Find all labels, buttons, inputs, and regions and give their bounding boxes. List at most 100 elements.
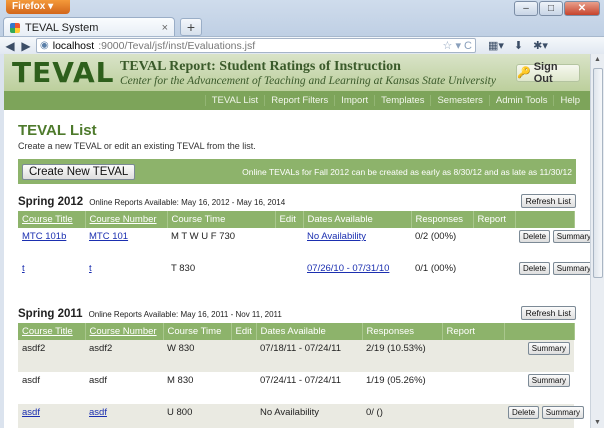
dates-available: No Availability	[256, 404, 362, 428]
address-bar[interactable]: ◉ localhost:9000/Teval/jsf/inst/Evaluati…	[36, 38, 476, 53]
course-time: W 830	[163, 340, 231, 372]
menu-templates[interactable]: Templates	[374, 95, 430, 106]
report-cell	[442, 404, 504, 428]
menu-help[interactable]: Help	[553, 95, 586, 106]
table-header-row: Course Title Course Number Course Time E…	[18, 211, 575, 228]
table-row: asdf asdf U 800 No Availability 0/ () De…	[18, 404, 584, 428]
url-host: localhost	[52, 39, 95, 52]
course-number-link[interactable]: MTC 101	[89, 231, 128, 242]
key-icon: 🔑	[517, 67, 531, 79]
course-title: asdf2	[18, 340, 85, 372]
close-tab-icon[interactable]: ×	[162, 22, 168, 34]
table-row: asdf asdf M 830 07/24/11 - 07/24/11 1/19…	[18, 372, 574, 404]
summary-button[interactable]: Summary	[552, 230, 590, 243]
menu-report-filters[interactable]: Report Filters	[264, 95, 334, 106]
course-title-link[interactable]: asdf	[22, 407, 40, 418]
url-path: :9000/Teval/jsf/inst/Evaluations.jsf	[98, 39, 256, 52]
header-title: TEVAL Report: Student Ratings of Instruc…	[120, 58, 401, 74]
column-actions	[504, 323, 575, 340]
course-time: M 830	[167, 375, 194, 386]
teval-logo: TEVAL	[12, 56, 115, 89]
course-time: T 830	[171, 263, 196, 274]
scroll-down-icon[interactable]: ▼	[594, 419, 601, 426]
table-row: MTC 101b MTC 101 M T W U F 730 No Availa…	[18, 228, 590, 260]
creation-notice: Online TEVALs for Fall 2012 can be creat…	[242, 166, 572, 177]
dates-available: 07/24/11 - 07/24/11	[260, 375, 341, 386]
column-edit: Edit	[275, 211, 304, 228]
firefox-menu-button[interactable]: Firefox ▾	[6, 0, 70, 14]
back-arrow-icon[interactable]: ◀	[4, 39, 16, 53]
semester-name: Spring 2012	[18, 196, 84, 208]
firefox-menu-label: Firefox	[12, 1, 46, 12]
delete-button[interactable]: Delete	[508, 406, 540, 419]
window-controls: – □ ✕	[514, 1, 600, 16]
delete-button[interactable]: Delete	[519, 230, 551, 243]
sort-course-number[interactable]: Course Number	[85, 323, 164, 340]
semester-header: Spring 2011 Online Reports Available: Ma…	[18, 306, 576, 320]
sign-out-button[interactable]: 🔑 Sign Out	[516, 61, 580, 85]
dates-available-link[interactable]: No Availability	[307, 231, 366, 242]
close-window-button[interactable]: ✕	[564, 1, 600, 16]
semester-header: Spring 2012 Online Reports Available: Ma…	[18, 194, 576, 208]
report-cell	[473, 228, 515, 260]
globe-icon: ◉	[40, 40, 49, 51]
course-number: asdf	[89, 375, 107, 386]
refresh-list-button[interactable]: Refresh List	[520, 194, 576, 208]
browser-chrome: Firefox ▾ – □ ✕ TEVAL System × + ◀ ▶ ◉ l…	[0, 0, 604, 54]
tab-title: TEVAL System	[25, 21, 99, 34]
sort-course-title[interactable]: Course Title	[18, 323, 86, 340]
responses: 0/2 (00%)	[415, 231, 457, 242]
forward-arrow-icon[interactable]: ▶	[20, 39, 32, 53]
course-time: M T W U F 730	[171, 231, 236, 242]
vertical-scrollbar[interactable]: ▲ ▼	[590, 54, 604, 428]
sort-course-number[interactable]: Course Number	[85, 211, 168, 228]
teval-table: Course Title Course Number Course Time E…	[18, 323, 584, 428]
edit-cell	[231, 372, 256, 404]
summary-button[interactable]: Summary	[527, 374, 570, 387]
edit-cell	[231, 340, 256, 372]
edit-cell	[275, 260, 303, 292]
favicon-icon	[10, 22, 20, 33]
delete-button[interactable]: Delete	[519, 262, 551, 275]
report-availability: Online Reports Available: May 16, 2012 -…	[89, 198, 286, 207]
menu-admin-tools[interactable]: Admin Tools	[488, 95, 554, 106]
course-number-link[interactable]: t	[89, 263, 92, 274]
responses: 0/1 (00%)	[415, 263, 457, 274]
scrollbar-thumb[interactable]	[593, 68, 603, 278]
addons-icon[interactable]: ✱▾	[533, 39, 548, 52]
course-title-link[interactable]: MTC 101b	[22, 231, 66, 242]
menu-teval-list[interactable]: TEVAL List	[204, 95, 264, 106]
new-tab-button[interactable]: +	[180, 18, 202, 36]
dates-available-link[interactable]: 07/26/10 - 07/31/10	[307, 263, 389, 274]
course-title-link[interactable]: t	[22, 263, 25, 274]
table-row: t t T 830 07/26/10 - 07/31/10 0/1 (00%) …	[18, 260, 590, 292]
create-new-teval-button[interactable]: Create New TEVAL	[22, 163, 136, 180]
column-responses: Responses	[362, 323, 443, 340]
summary-button[interactable]: Summary	[541, 406, 584, 419]
refresh-list-button[interactable]: Refresh List	[520, 306, 576, 320]
column-course-time: Course Time	[167, 211, 276, 228]
maximize-button[interactable]: □	[539, 1, 563, 16]
page-title: TEVAL List	[18, 122, 97, 139]
bookmarks-menu-icon[interactable]: ▦▾	[488, 39, 504, 52]
browser-tab[interactable]: TEVAL System ×	[3, 17, 175, 37]
site-header: TEVAL TEVAL Report: Student Ratings of I…	[4, 54, 590, 91]
report-cell	[442, 372, 504, 404]
main-menu: TEVAL List Report Filters Import Templat…	[4, 91, 590, 110]
course-title: asdf	[22, 375, 40, 386]
summary-button[interactable]: Summary	[552, 262, 590, 275]
summary-button[interactable]: Summary	[527, 342, 570, 355]
teval-table: Course Title Course Number Course Time E…	[18, 211, 590, 292]
scroll-up-icon[interactable]: ▲	[594, 56, 601, 63]
bookmark-star-icon[interactable]: ☆ ▾ C	[443, 39, 472, 52]
sort-course-title[interactable]: Course Title	[18, 211, 86, 228]
column-dates-available: Dates Available	[256, 323, 363, 340]
edit-cell	[275, 228, 303, 260]
download-arrow-icon[interactable]: ⬇	[514, 39, 523, 52]
menu-import[interactable]: Import	[334, 95, 374, 106]
minimize-button[interactable]: –	[514, 1, 538, 16]
create-bar: Create New TEVAL Online TEVALs for Fall …	[18, 159, 576, 184]
menu-semesters[interactable]: Semesters	[430, 95, 488, 106]
course-number-link[interactable]: asdf	[89, 407, 107, 418]
semester-name: Spring 2011	[18, 308, 83, 320]
